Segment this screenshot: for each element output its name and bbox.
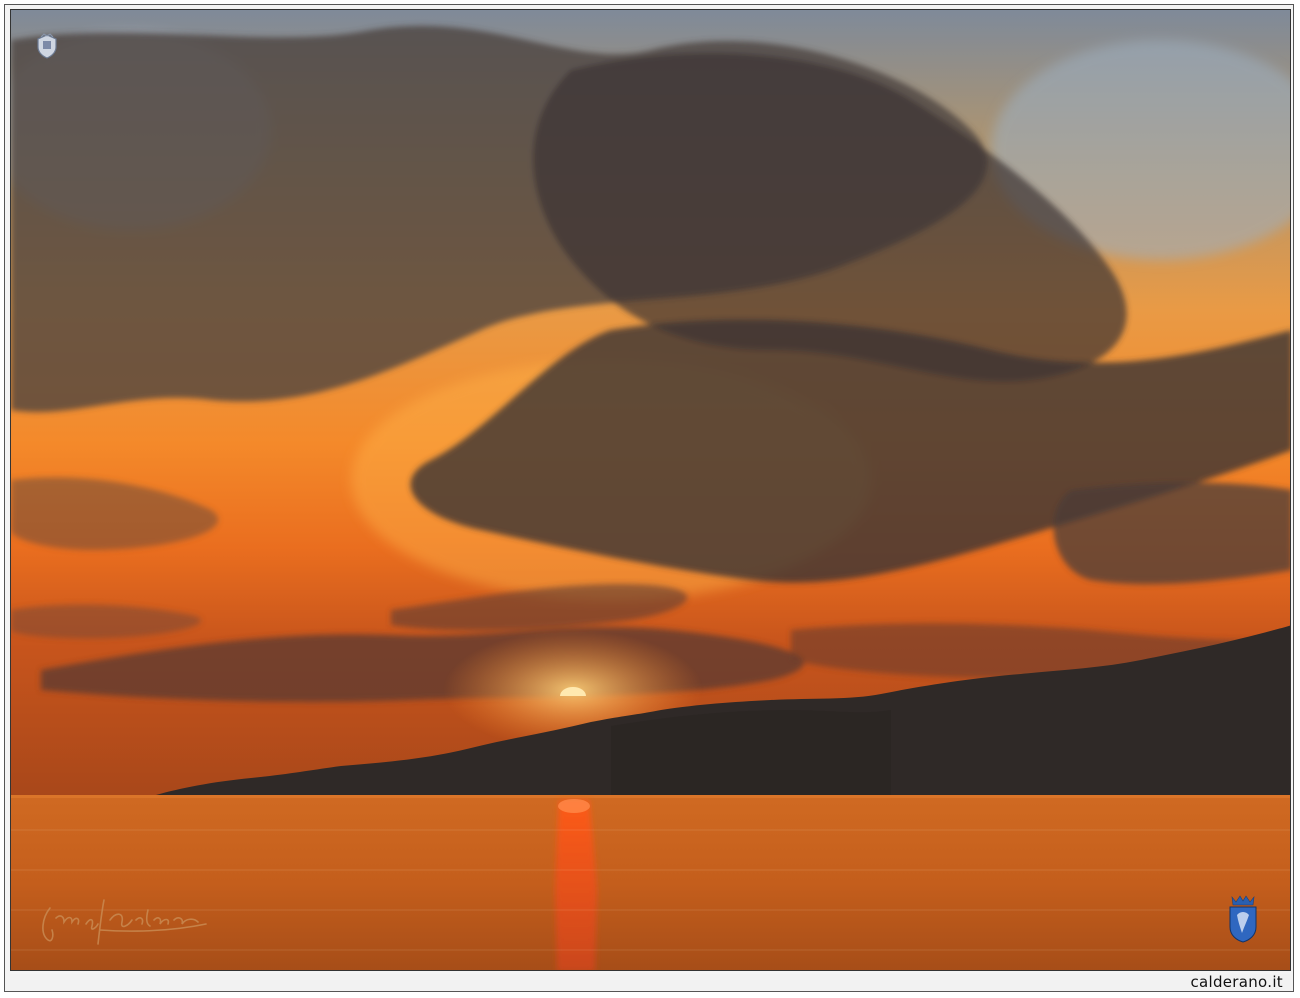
crest-logo-icon bbox=[35, 33, 59, 59]
sunset-photo bbox=[10, 9, 1291, 971]
blue-shield-badge-icon bbox=[1226, 893, 1260, 943]
handwritten-signature bbox=[38, 890, 213, 950]
site-label: calderano.it bbox=[1190, 973, 1283, 991]
sun-reflection bbox=[555, 800, 597, 970]
footer-bar: calderano.it bbox=[10, 973, 1291, 991]
